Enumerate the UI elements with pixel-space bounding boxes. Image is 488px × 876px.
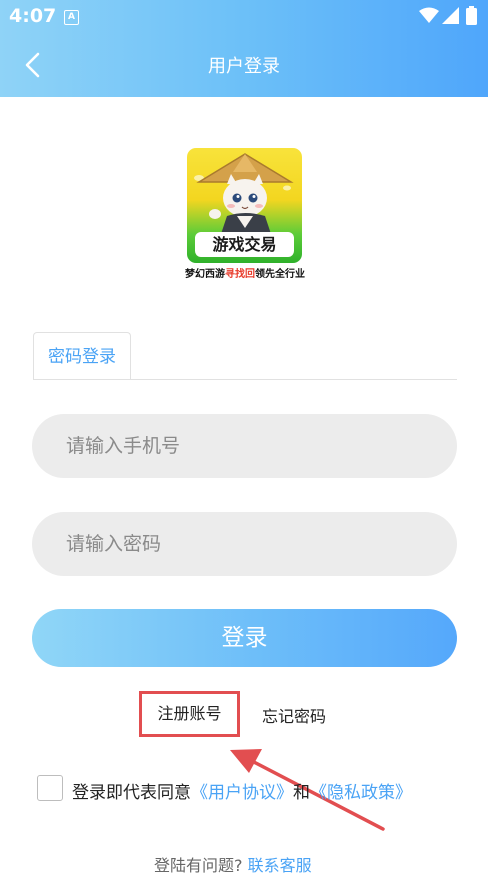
- login-button[interactable]: 登录: [32, 609, 457, 667]
- agreement-and: 和: [293, 783, 310, 803]
- app-logo: 游戏交易: [187, 148, 302, 263]
- signal-icon: [442, 7, 459, 24]
- agreement-prefix: 登录即代表同意: [72, 783, 191, 803]
- tagline-part1: 梦幻西游: [185, 269, 225, 280]
- status-time: 4:07: [9, 5, 57, 27]
- tagline-part2: 领先全行业: [255, 269, 305, 280]
- page-title: 用户登录: [208, 56, 280, 77]
- status-bar: 4:07 A: [0, 0, 488, 34]
- notification-icon: A: [64, 10, 79, 25]
- tab-divider: [33, 379, 457, 380]
- register-link[interactable]: 注册账号: [139, 691, 240, 737]
- password-input[interactable]: [32, 512, 457, 576]
- header-bar: 4:07 A 用户登录: [0, 0, 488, 97]
- help-question: 登陆有问题?: [154, 856, 243, 875]
- user-agreement-link[interactable]: 《用户协议》: [191, 783, 293, 803]
- forgot-password-link[interactable]: 忘记密码: [262, 703, 326, 727]
- battery-icon: [466, 6, 477, 25]
- phone-input[interactable]: [32, 414, 457, 478]
- logo-tagline: 梦幻西游寻找回领先全行业: [160, 265, 330, 280]
- privacy-policy-link[interactable]: 《隐私政策》: [310, 783, 412, 803]
- agreement-checkbox[interactable]: [37, 775, 63, 801]
- help-row: 登陆有问题? 联系客服: [154, 852, 312, 876]
- wifi-icon: [419, 7, 439, 23]
- tagline-highlight: 寻找回: [225, 269, 255, 280]
- tab-password-login[interactable]: 密码登录: [33, 332, 131, 380]
- contact-support-link[interactable]: 联系客服: [248, 856, 312, 875]
- logo-label: 游戏交易: [195, 232, 294, 257]
- agreement-text: 登录即代表同意《用户协议》和《隐私政策》: [72, 778, 412, 803]
